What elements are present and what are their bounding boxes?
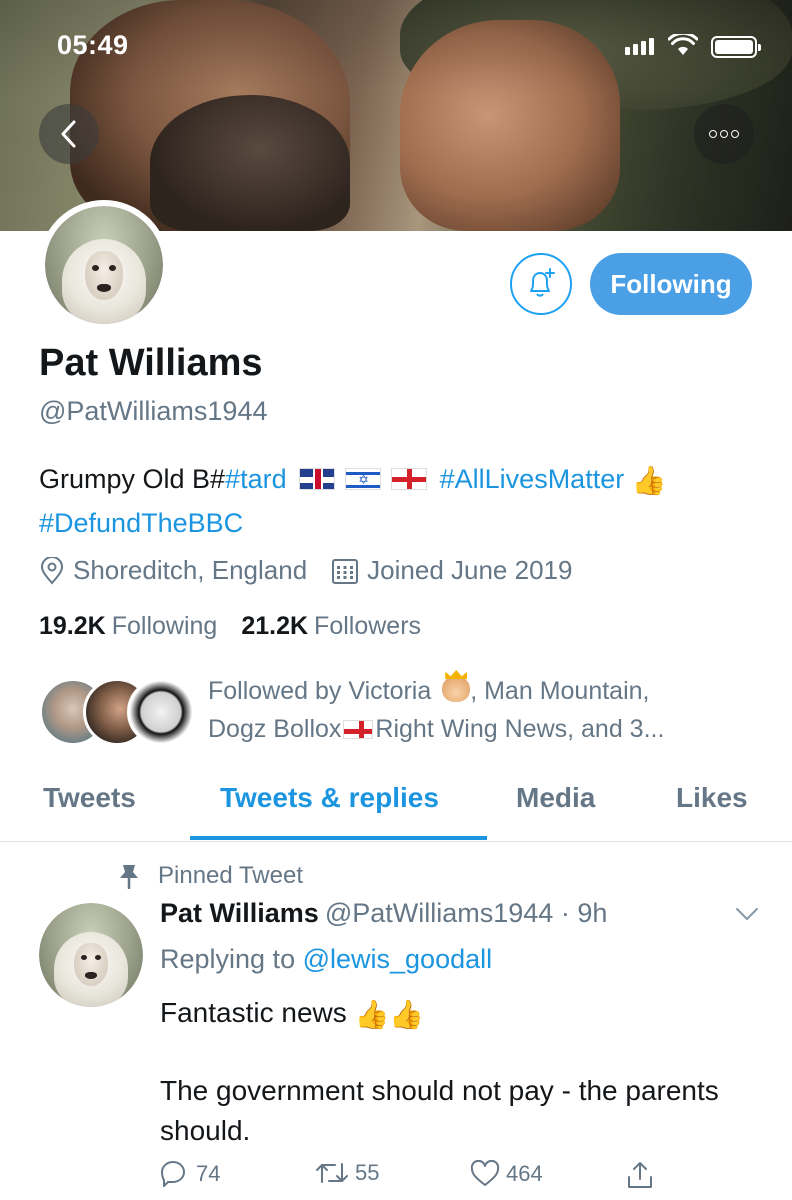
wifi-icon (668, 34, 698, 55)
profile-name: Pat Williams (39, 342, 263, 384)
thumbs-up-icon: 👍👍 (354, 999, 425, 1030)
tweet-text: Fantastic news 👍👍 The government should … (160, 997, 719, 1146)
back-button[interactable] (39, 104, 99, 164)
location-text: Shoreditch, England (73, 555, 308, 585)
tweet-author-name[interactable]: Pat Williams (160, 898, 319, 928)
follow-counts: 19.2K Following 21.2K Followers (39, 612, 421, 641)
following-count-link[interactable]: 19.2K Following (39, 612, 217, 641)
tweet-header: Pat Williams @PatWilliams1944 · 9h (160, 898, 607, 929)
reply-mention-link[interactable]: @lewis_goodall (303, 944, 493, 974)
sheep-avatar-image (45, 206, 163, 324)
followed-by-text[interactable]: Followed by Victoria , Man Mountain, Dog… (208, 672, 768, 748)
followers-count-link[interactable]: 21.2K Followers (241, 612, 421, 641)
pinned-label: Pinned Tweet (118, 862, 303, 890)
tweet-avatar[interactable] (39, 903, 143, 1007)
princess-emoji-icon (442, 676, 471, 702)
followed-by-avatars[interactable] (39, 678, 195, 746)
chevron-left-icon (61, 120, 76, 148)
retweet-icon (316, 1163, 348, 1183)
reply-button[interactable]: 74 (160, 1160, 220, 1188)
profile-avatar[interactable] (39, 200, 169, 330)
replying-to: Replying to @lewis_goodall (160, 944, 493, 974)
more-icon (709, 130, 717, 138)
battery-icon (711, 36, 761, 58)
bio-hashtag-alllivesmatter[interactable]: #AllLivesMatter (440, 464, 625, 494)
tab-tweets-replies[interactable]: Tweets & replies (220, 782, 439, 814)
chevron-down-icon[interactable] (734, 905, 760, 923)
retweet-button[interactable]: 55 (315, 1160, 379, 1186)
reply-icon (161, 1161, 185, 1187)
profile-meta: Shoreditch, England Joined June 2019 (39, 555, 596, 586)
signal-icon (625, 38, 654, 55)
share-icon (628, 1162, 652, 1188)
location-pin-icon (40, 556, 64, 585)
following-button[interactable]: Following (590, 253, 752, 315)
tweet-author-handle[interactable]: @PatWilliams1944 (325, 898, 554, 928)
avatar (127, 678, 195, 746)
notifications-button[interactable] (510, 253, 572, 315)
england-flag-icon (391, 468, 428, 490)
heart-icon (470, 1160, 500, 1186)
more-button[interactable] (694, 104, 754, 164)
share-button[interactable] (626, 1160, 654, 1190)
tab-media[interactable]: Media (516, 782, 595, 814)
bio-hashtag-tard[interactable]: #tard (225, 464, 287, 494)
status-time: 05:49 (57, 30, 129, 60)
like-button[interactable]: 464 (470, 1160, 543, 1188)
bio-text: Grumpy Old B# (39, 464, 226, 494)
bell-plus-icon (530, 268, 555, 297)
sheep-avatar-image (39, 903, 143, 1007)
tweet-actions: 74 55 464 (160, 1160, 680, 1200)
profile-handle: @PatWilliams1944 (39, 396, 268, 426)
pin-icon (120, 865, 138, 889)
active-tab-indicator (190, 836, 487, 840)
joined-text: Joined June 2019 (367, 555, 573, 585)
tab-likes[interactable]: Likes (676, 782, 748, 814)
uk-flag-icon (299, 468, 336, 490)
tweet-time: · 9h (560, 898, 608, 928)
thumbs-up-icon: 👍 (631, 465, 667, 496)
tab-tweets[interactable]: Tweets (43, 782, 136, 814)
calendar-icon (332, 558, 359, 584)
location: Shoreditch, England (39, 555, 307, 586)
profile-tabs: Tweets Tweets & replies Media Likes (0, 770, 792, 842)
england-flag-icon (343, 720, 374, 739)
join-date: Joined June 2019 (331, 555, 572, 586)
israel-flag-icon (345, 468, 382, 490)
profile-bio: Grumpy Old B##tard #AllLivesMatter 👍 #De… (39, 458, 759, 544)
bio-hashtag-defundthebbc[interactable]: #DefundTheBBC (39, 508, 243, 538)
